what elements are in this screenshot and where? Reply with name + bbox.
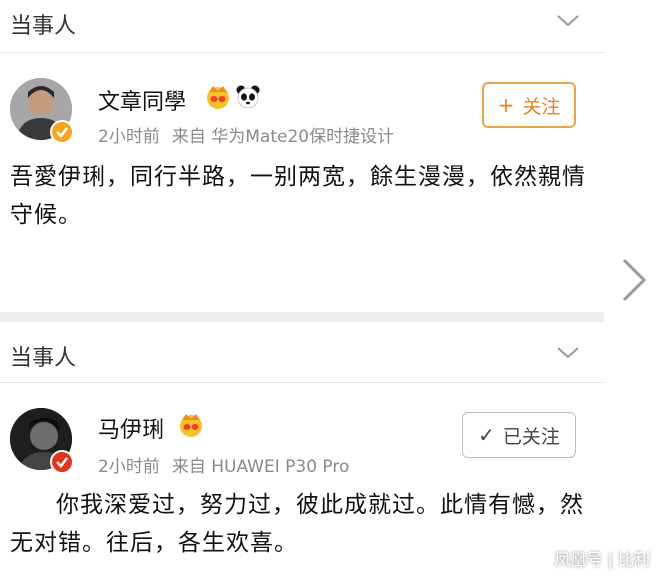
section-title: 当事人 xyxy=(10,346,77,371)
user-name[interactable]: 马伊琍 xyxy=(98,412,164,444)
section-title: 当事人 xyxy=(10,14,77,39)
followed-label: 已关注 xyxy=(502,425,560,448)
post-card: 当事人 马伊琍 2小时前 来自 HUAWEI P30 Pro ✓ 已关注 你我深… xyxy=(0,322,604,576)
chevron-right-icon[interactable] xyxy=(620,258,648,302)
verified-badge-icon xyxy=(50,120,74,144)
chevron-down-icon[interactable] xyxy=(556,14,580,28)
post-time: 2小时前 xyxy=(98,457,160,477)
checkmark-icon: ✓ xyxy=(478,423,495,447)
crown-face-icon xyxy=(207,86,229,109)
post-meta: 2小时前 来自 华为Mate20保时捷设计 xyxy=(98,122,406,147)
watermark: 凤凰号 | 比利 xyxy=(554,550,650,569)
post-source: 来自 HUAWEI P30 Pro xyxy=(171,457,350,477)
post-card: 当事人 文章同學 2小时前 来自 华为Mate20保时捷设计 + 关注 吾愛伊琍… xyxy=(0,0,604,312)
post-time: 2小时前 xyxy=(98,127,160,147)
verified-badge-icon xyxy=(50,450,74,474)
plus-icon: + xyxy=(497,93,515,117)
feed: 当事人 文章同學 2小时前 来自 华为Mate20保时捷设计 + 关注 吾愛伊琍… xyxy=(0,0,604,576)
post-body: 吾愛伊琍，同行半路，一别两宽，餘生漫漫，依然親情守候。 xyxy=(10,164,586,228)
post-source: 来自 华为Mate20保时捷设计 xyxy=(171,127,395,147)
user-name[interactable]: 文章同學 xyxy=(98,84,186,116)
section-divider xyxy=(0,382,604,383)
section-divider xyxy=(0,52,604,53)
post-body: 你我深爱过，努力过，彼此成就过。此情有憾，然无对错。往后，各生欢喜。 xyxy=(10,492,584,556)
followed-button[interactable]: ✓ 已关注 xyxy=(462,412,576,458)
follow-label: 关注 xyxy=(522,95,561,118)
post-meta: 2小时前 来自 HUAWEI P30 Pro xyxy=(98,452,361,477)
chevron-down-icon[interactable] xyxy=(556,346,580,360)
follow-button[interactable]: + 关注 xyxy=(482,82,576,128)
crown-face-icon xyxy=(180,414,202,437)
panda-icon xyxy=(236,85,260,109)
